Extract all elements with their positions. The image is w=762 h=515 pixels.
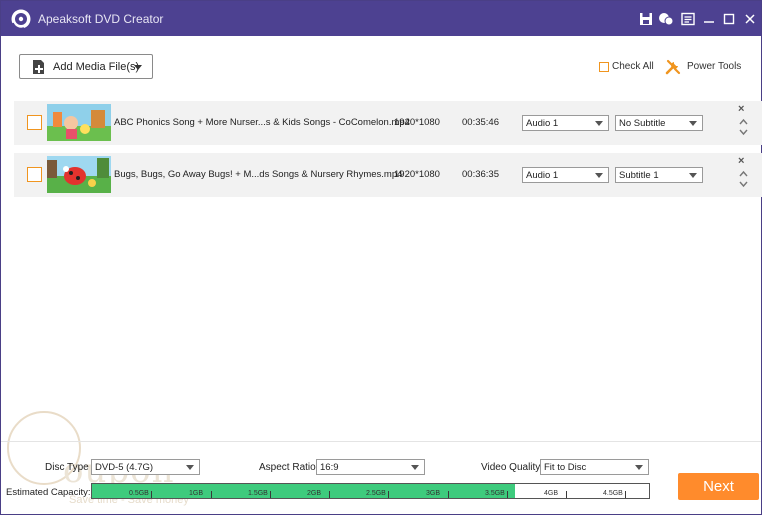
file-duration: 00:36:35: [462, 169, 499, 180]
capacity-tick-label: 2.5GB: [366, 490, 386, 497]
capacity-tick-label: 1.5GB: [248, 490, 268, 497]
check-all-label: Check All: [612, 61, 654, 72]
audio-track-value: Audio 1: [526, 118, 559, 129]
audio-track-value: Audio 1: [526, 170, 559, 181]
remove-file-button[interactable]: ×: [738, 155, 744, 167]
capacity-tick: [507, 491, 508, 498]
app-logo-icon: [11, 9, 31, 30]
aspect-ratio-label: Aspect Ratio:: [259, 462, 319, 473]
chevron-down-icon: [595, 121, 603, 126]
chevron-down-icon: [411, 465, 419, 470]
capacity-tick-label: 4.5GB: [603, 490, 623, 497]
tools-icon: [665, 59, 681, 75]
video-thumbnail[interactable]: [47, 104, 111, 141]
file-row: Bugs, Bugs, Go Away Bugs! + M...ds Songs…: [14, 153, 762, 197]
capacity-tick-label: 4GB: [544, 490, 559, 497]
chevron-down-icon: [689, 121, 697, 126]
power-tools-button[interactable]: Power Tools: [665, 58, 745, 76]
watermark-ring: [7, 411, 81, 485]
video-thumbnail[interactable]: [47, 156, 111, 193]
capacity-tick-label: 2GB: [307, 490, 322, 497]
subtitle-value: Subtitle 1: [619, 170, 659, 181]
capacity-tick-label: 3GB: [426, 490, 441, 497]
move-down-icon[interactable]: [739, 180, 748, 188]
checkbox-icon: [599, 62, 609, 72]
file-checkbox[interactable]: [27, 167, 42, 182]
capacity-tick-label: 3.5GB: [485, 490, 505, 497]
capacity-tick: [388, 491, 389, 498]
capacity-tick: [625, 491, 626, 498]
app-window: Apeaksoft DVD Creator Add Media File(s) …: [0, 0, 762, 515]
video-quality-select[interactable]: Fit to Disc: [540, 459, 649, 475]
app-title: Apeaksoft DVD Creator: [38, 12, 164, 26]
chevron-down-icon: [134, 65, 142, 70]
capacity-tick: [448, 491, 449, 498]
chevron-down-icon: [595, 173, 603, 178]
estimated-capacity-label: Estimated Capacity:: [6, 487, 91, 498]
add-file-icon: [33, 60, 44, 74]
aspect-ratio-value: 16:9: [320, 462, 339, 473]
next-button[interactable]: Next: [678, 473, 759, 500]
close-icon[interactable]: [742, 11, 758, 27]
subtitle-value: No Subtitle: [619, 118, 666, 129]
minimize-icon[interactable]: [701, 11, 717, 27]
file-duration: 00:35:46: [462, 117, 499, 128]
chevron-down-icon: [635, 465, 643, 470]
capacity-bar: 0.5GB 1GB 1.5GB 2GB 2.5GB 3GB 3.5GB 4GB 4.5GB: [91, 483, 650, 499]
feedback-icon[interactable]: [658, 11, 674, 27]
capacity-fill: [92, 484, 516, 498]
subtitle-select[interactable]: Subtitle 1: [615, 167, 703, 183]
file-name: ABC Phonics Song + More Nurser...s & Kid…: [114, 117, 410, 128]
capacity-tick: [151, 491, 152, 498]
aspect-ratio-select[interactable]: 16:9: [316, 459, 425, 475]
remove-file-button[interactable]: ×: [738, 103, 744, 115]
menu-icon[interactable]: [680, 11, 696, 27]
move-down-icon[interactable]: [739, 128, 748, 136]
video-quality-label: Video Quality:: [481, 462, 544, 473]
capacity-tick: [211, 491, 212, 498]
video-quality-value: Fit to Disc: [544, 462, 587, 473]
audio-track-select[interactable]: Audio 1: [522, 167, 609, 183]
chevron-down-icon: [186, 465, 194, 470]
title-bar: Apeaksoft DVD Creator: [1, 1, 761, 36]
capacity-tick: [270, 491, 271, 498]
disc-type-label: Disc Type: [45, 462, 89, 473]
file-resolution: 1920*1080: [394, 169, 440, 180]
capacity-tick: [329, 491, 330, 498]
capacity-tick-label: 1GB: [189, 490, 204, 497]
audio-track-select[interactable]: Audio 1: [522, 115, 609, 131]
file-checkbox[interactable]: [27, 115, 42, 130]
disc-type-select[interactable]: DVD-5 (4.7G): [91, 459, 200, 475]
save-icon[interactable]: [638, 11, 654, 27]
divider: [1, 441, 761, 442]
power-tools-label: Power Tools: [687, 61, 742, 72]
add-media-button[interactable]: Add Media File(s): [19, 54, 153, 79]
file-row: ABC Phonics Song + More Nurser...s & Kid…: [14, 101, 762, 145]
file-name: Bugs, Bugs, Go Away Bugs! + M...ds Songs…: [114, 169, 403, 180]
chevron-down-icon: [689, 173, 697, 178]
capacity-tick: [566, 491, 567, 498]
move-up-icon[interactable]: [739, 170, 748, 178]
move-up-icon[interactable]: [739, 118, 748, 126]
maximize-icon[interactable]: [721, 11, 737, 27]
capacity-tick-label: 0.5GB: [129, 490, 149, 497]
add-media-label: Add Media File(s): [53, 61, 140, 73]
file-resolution: 1920*1080: [394, 117, 440, 128]
disc-type-value: DVD-5 (4.7G): [95, 462, 154, 473]
subtitle-select[interactable]: No Subtitle: [615, 115, 703, 131]
